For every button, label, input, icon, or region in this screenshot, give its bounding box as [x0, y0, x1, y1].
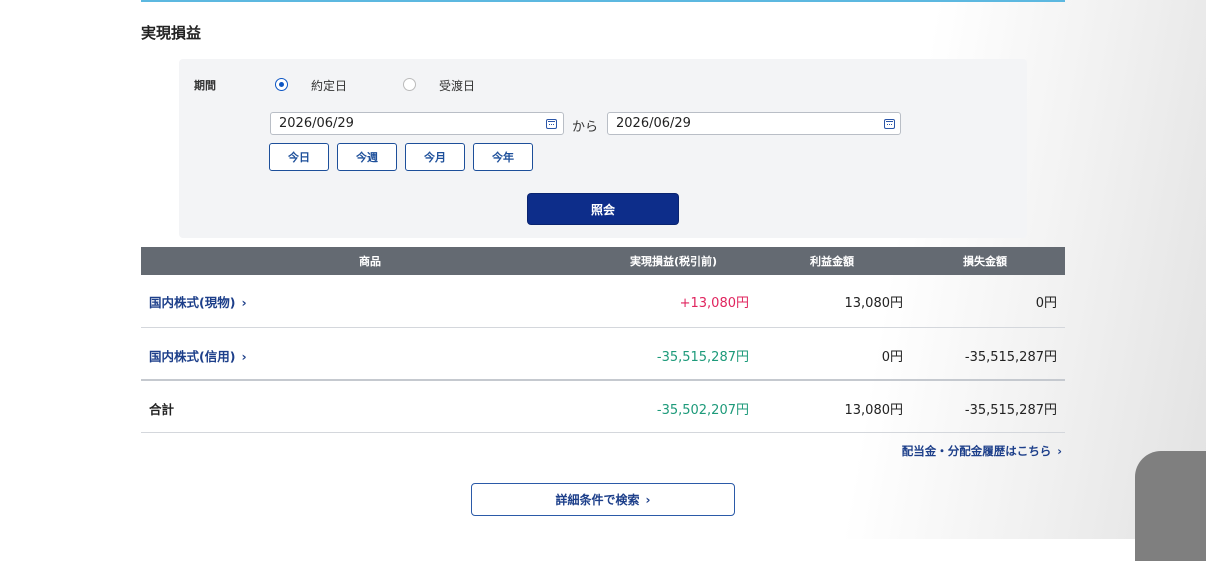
product-link-cash[interactable]: 国内株式(現物) › — [149, 292, 247, 311]
chevron-right-icon: › — [645, 492, 651, 507]
col-realized-pl: 実現損益(税引前) — [630, 255, 718, 268]
calendar-icon[interactable] — [546, 119, 557, 129]
product-link-margin[interactable]: 国内株式(信用) › — [149, 346, 247, 365]
this-week-button[interactable]: 今週 — [337, 143, 397, 171]
radio-trade-date-label[interactable]: 約定日 — [311, 77, 347, 94]
profit-value: 13,080円 — [844, 296, 904, 311]
product-name: 国内株式(現物) — [149, 295, 236, 310]
table-row: 国内株式(現物) › +13,080円 13,080円 0円 — [141, 275, 1065, 327]
calendar-icon[interactable] — [884, 119, 895, 129]
realized-pl-value: -35,515,287円 — [656, 350, 749, 365]
inquiry-button[interactable]: 照会 — [528, 194, 678, 224]
chevron-right-icon: › — [1057, 444, 1062, 458]
radio-trade-date[interactable] — [275, 78, 288, 91]
chevron-right-icon: › — [241, 349, 247, 364]
total-loss-value: -35,515,287円 — [964, 403, 1057, 418]
chevron-right-icon: › — [241, 295, 247, 310]
product-name: 国内株式(信用) — [149, 349, 236, 364]
col-product: 商品 — [359, 255, 381, 268]
today-button[interactable]: 今日 — [269, 143, 329, 171]
top-divider — [141, 0, 1065, 2]
realized-pl-panel: 実現損益 期間 約定日 受渡日 2026/06/29 から 2026/06/29… — [0, 0, 1206, 539]
this-month-button[interactable]: 今月 — [405, 143, 465, 171]
dividend-history-link[interactable]: 配当金・分配金履歴はこちら › — [902, 443, 1062, 459]
loss-value: -35,515,287円 — [964, 350, 1057, 365]
period-label: 期間 — [194, 79, 216, 92]
detail-search-button[interactable]: 詳細条件で検索 › — [471, 483, 735, 516]
total-row: 合計 -35,502,207円 13,080円 -35,515,287円 — [141, 381, 1065, 433]
table-bottom-divider — [141, 432, 1065, 433]
this-year-button[interactable]: 今年 — [473, 143, 533, 171]
total-realized-pl-value: -35,502,207円 — [656, 403, 749, 418]
date-to-value: 2026/06/29 — [616, 116, 691, 131]
radio-settlement-date[interactable] — [403, 78, 416, 91]
date-from-input[interactable]: 2026/06/29 — [270, 112, 564, 135]
total-label: 合計 — [149, 402, 175, 417]
date-from-value: 2026/06/29 — [279, 116, 354, 131]
section-title: 実現損益 — [141, 24, 202, 42]
table-header: 商品 実現損益(税引前) 利益金額 損失金額 — [141, 247, 1065, 275]
dividend-history-label: 配当金・分配金履歴はこちら — [901, 444, 1052, 458]
range-separator: から — [572, 120, 599, 135]
col-loss: 損失金額 — [963, 255, 1007, 268]
total-profit-value: 13,080円 — [844, 403, 904, 418]
radio-settlement-date-label[interactable]: 受渡日 — [439, 77, 475, 94]
realized-pl-value: +13,080円 — [679, 296, 749, 311]
detail-search-label: 詳細条件で検索 — [555, 493, 640, 507]
profit-value: 0円 — [881, 350, 903, 365]
table-row: 国内株式(信用) › -35,515,287円 0円 -35,515,287円 — [141, 328, 1065, 380]
loss-value: 0円 — [1035, 296, 1057, 311]
date-to-input[interactable]: 2026/06/29 — [607, 112, 901, 135]
col-profit: 利益金額 — [810, 255, 854, 268]
